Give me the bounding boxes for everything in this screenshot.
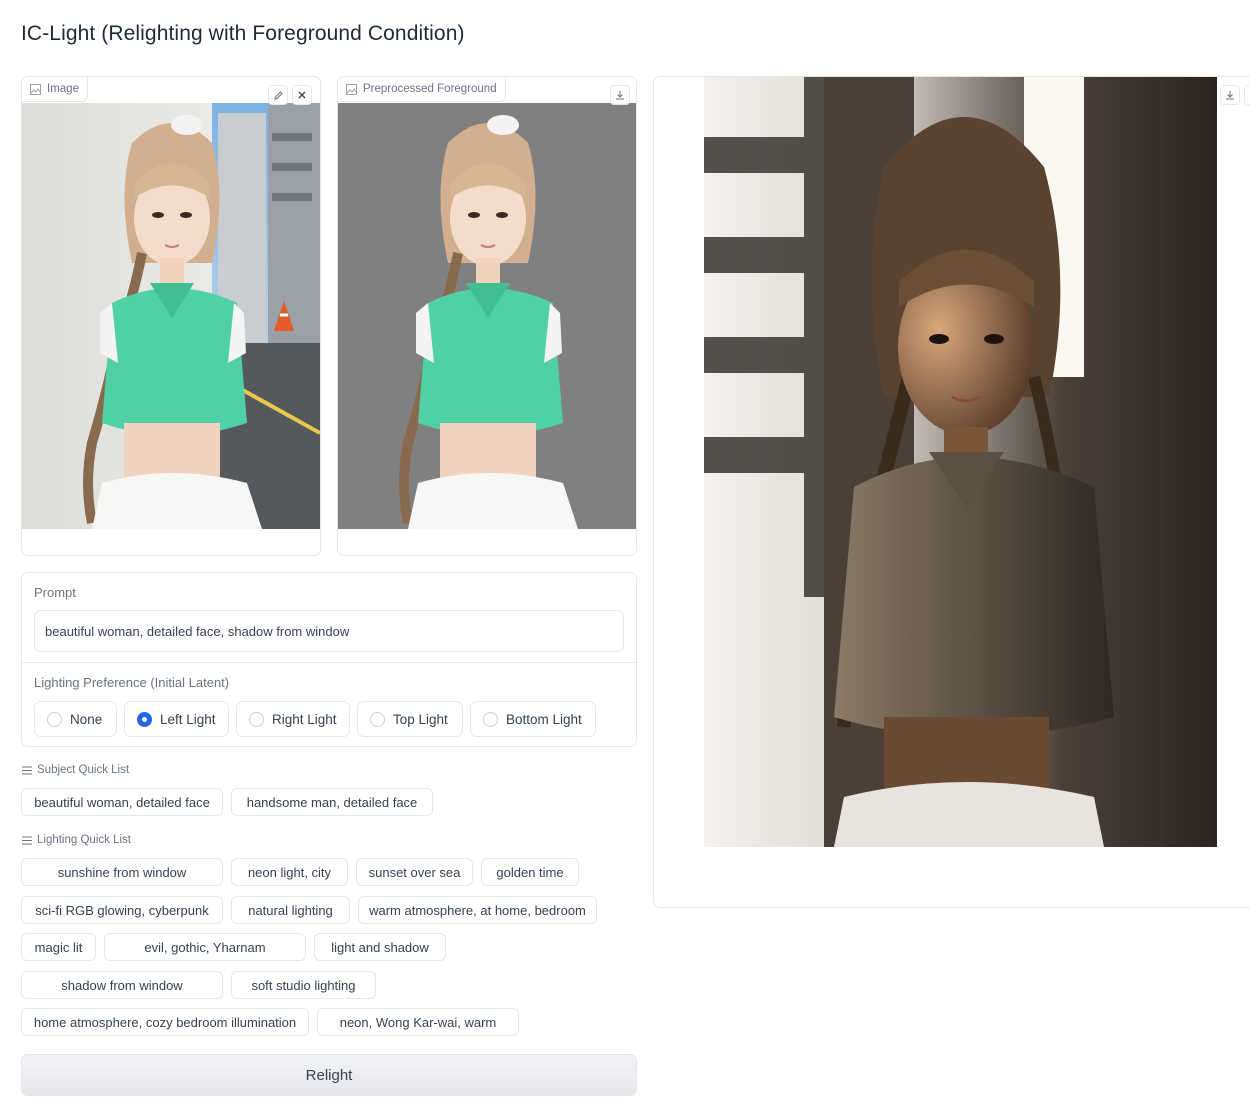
lighting-chip[interactable]: shadow from window (21, 971, 223, 999)
radio-right-light[interactable]: Right Light (236, 701, 350, 737)
lighting-quick-list-header: Lighting Quick List (22, 834, 131, 846)
subject-chip[interactable]: beautiful woman, detailed face (21, 788, 223, 816)
gallery-extra-button[interactable] (1244, 85, 1250, 105)
relit-output-photo[interactable] (704, 77, 1217, 847)
lighting-chip[interactable]: sunset over sea (356, 858, 473, 886)
preprocessed-foreground-panel[interactable]: Preprocessed Foreground (337, 76, 637, 556)
lighting-chip[interactable]: soft studio lighting (231, 971, 376, 999)
radio-none[interactable]: None (34, 701, 117, 737)
lighting-quick-list-row: sci-fi RGB glowing, cyberpunk natural li… (21, 896, 597, 924)
download-button[interactable] (610, 85, 630, 105)
image-icon (30, 83, 41, 95)
radio-top-light[interactable]: Top Light (357, 701, 463, 737)
page-title: IC-Light (Relighting with Foreground Con… (21, 22, 465, 45)
radio-button-selected[interactable] (137, 711, 152, 727)
radio-button[interactable] (249, 711, 264, 727)
lighting-quick-list-row: sunshine from window neon light, city su… (21, 858, 579, 886)
radio-button[interactable] (483, 711, 498, 727)
lighting-preference-label: Lighting Preference (Initial Latent) (34, 675, 230, 690)
lighting-quick-list-row: magic lit evil, gothic, Yharnam light an… (21, 933, 446, 961)
lighting-chip[interactable]: natural lighting (231, 896, 350, 924)
preprocessed-label: Preprocessed Foreground (338, 77, 506, 102)
input-image-label: Image (22, 77, 88, 102)
clear-button[interactable] (292, 85, 312, 105)
lighting-chip[interactable]: neon, Wong Kar-wai, warm (317, 1008, 519, 1036)
radio-button[interactable] (47, 711, 62, 727)
lighting-chip[interactable]: sci-fi RGB glowing, cyberpunk (21, 896, 223, 924)
prompt-label: Prompt (34, 585, 76, 600)
lighting-chip[interactable]: evil, gothic, Yharnam (104, 933, 306, 961)
list-icon (22, 766, 32, 774)
lighting-chip[interactable]: light and shadow (314, 933, 446, 961)
relight-button[interactable]: Relight (21, 1054, 637, 1096)
input-photo[interactable] (22, 103, 320, 529)
lighting-quick-list-row: home atmosphere, cozy bedroom illuminati… (21, 1008, 519, 1036)
radio-bottom-light[interactable]: Bottom Light (470, 701, 596, 737)
lighting-quick-list-row: shadow from window soft studio lighting (21, 971, 376, 999)
image-icon (346, 83, 357, 95)
lighting-preference-radio-group: None Left Light Right Light Top Light Bo… (34, 701, 596, 737)
lighting-chip[interactable]: golden time (481, 858, 579, 886)
download-button[interactable] (1220, 85, 1240, 105)
output-gallery[interactable] (653, 76, 1250, 908)
radio-left-light[interactable]: Left Light (124, 701, 229, 737)
lighting-chip[interactable]: warm atmosphere, at home, bedroom (358, 896, 597, 924)
lighting-chip[interactable]: neon light, city (231, 858, 348, 886)
pencil-icon (273, 90, 283, 100)
close-icon (298, 91, 306, 99)
input-image-panel[interactable]: Image (21, 76, 321, 556)
lighting-chip[interactable]: magic lit (21, 933, 96, 961)
edit-button[interactable] (268, 85, 288, 105)
subject-quick-list-header: Subject Quick List (22, 764, 129, 776)
subject-quick-list: beautiful woman, detailed face handsome … (21, 788, 433, 816)
subject-chip[interactable]: handsome man, detailed face (231, 788, 433, 816)
divider (22, 662, 636, 663)
prompt-input[interactable]: beautiful woman, detailed face, shadow f… (34, 610, 624, 652)
download-icon (1226, 91, 1234, 100)
radio-button[interactable] (370, 711, 385, 727)
prompt-settings-block: Prompt beautiful woman, detailed face, s… (21, 572, 637, 747)
lighting-chip[interactable]: home atmosphere, cozy bedroom illuminati… (21, 1008, 309, 1036)
lighting-chip[interactable]: sunshine from window (21, 858, 223, 886)
list-icon (22, 836, 32, 844)
preprocessed-photo (338, 103, 636, 529)
download-icon (616, 91, 624, 100)
